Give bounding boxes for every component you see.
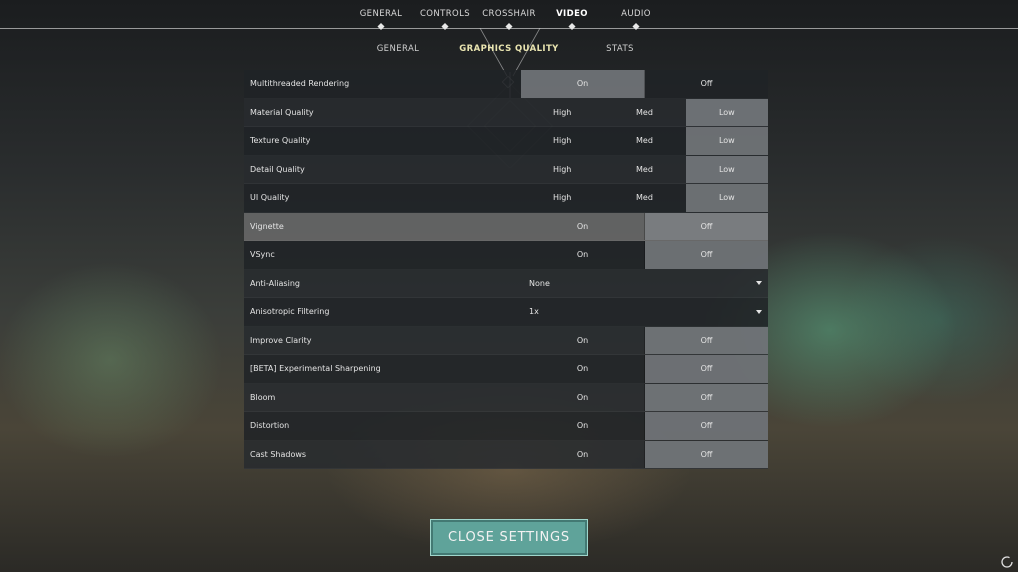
dropdown-value: None [529,278,550,288]
option-off-button[interactable]: Off [645,412,768,440]
caret-down-icon [756,309,762,314]
setting-row-bloom: Bloom On Off [244,383,768,412]
setting-row-texture-quality: Texture Quality High Med Low [244,127,768,156]
cast-shadows-options: On Off [521,440,768,468]
anisotropic-filtering-dropdown[interactable]: 1x [521,298,768,326]
material-quality-options: High Med Low [521,98,768,127]
setting-label: Anti-Aliasing [250,278,300,288]
option-high-button[interactable]: High [521,127,603,155]
setting-label: Texture Quality [250,136,311,146]
option-on-button[interactable]: On [521,355,645,383]
setting-row-anisotropic-filtering: Anisotropic Filtering 1x [244,298,768,327]
setting-label: VSync [250,250,275,260]
tab-general[interactable]: GENERAL [360,9,403,19]
bloom-options: On Off [521,383,768,411]
setting-row-detail-quality: Detail Quality High Med Low [244,155,768,184]
beta-experimental-sharpening-options: On Off [521,355,768,383]
tab-video[interactable]: VIDEO [556,9,588,19]
option-high-button[interactable]: High [521,156,603,184]
option-low-button[interactable]: Low [685,184,768,212]
tab-indicator-dot [632,22,640,31]
tab-indicator-dot [441,22,449,31]
option-on-button[interactable]: On [521,241,645,269]
detail-quality-options: High Med Low [521,155,768,184]
option-on-button[interactable]: On [521,70,645,98]
setting-label: Detail Quality [250,164,305,174]
setting-row-material-quality: Material Quality High Med Low [244,98,768,127]
tab-audio[interactable]: AUDIO [621,9,651,19]
setting-row-improve-clarity: Improve Clarity On Off [244,326,768,355]
setting-label: Vignette [250,221,284,231]
setting-row-anti-aliasing: Anti-Aliasing None [244,269,768,298]
vsync-options: On Off [521,241,768,269]
loading-ring-icon [1001,556,1013,568]
setting-label: Distortion [250,421,290,431]
anti-aliasing-dropdown[interactable]: None [521,270,768,298]
option-on-button[interactable]: On [521,412,645,440]
subtab-stats[interactable]: STATS [606,44,634,54]
subtab-general[interactable]: GENERAL [377,44,420,54]
setting-row-vignette: Vignette On Off [244,212,768,241]
setting-row-multithreaded-rendering: Multithreaded Rendering On Off [244,70,768,99]
option-off-button[interactable]: Off [645,440,768,468]
tab-indicator-dot [568,22,576,31]
setting-label: [BETA] Experimental Sharpening [250,364,381,374]
option-med-button[interactable]: Med [603,156,685,184]
option-off-button[interactable]: Off [645,326,768,354]
improve-clarity-options: On Off [521,326,768,354]
texture-quality-options: High Med Low [521,127,768,155]
setting-row-distortion: Distortion On Off [244,412,768,441]
setting-row-vsync: VSync On Off [244,241,768,270]
option-on-button[interactable]: On [521,383,645,411]
setting-label: Multithreaded Rendering [250,79,350,89]
option-on-button[interactable]: On [521,440,645,468]
setting-label: Anisotropic Filtering [250,307,330,317]
option-high-button[interactable]: High [521,99,603,127]
option-med-button[interactable]: Med [603,99,685,127]
dropdown-value: 1x [529,307,539,317]
setting-label: Improve Clarity [250,335,312,345]
tab-crosshair[interactable]: CROSSHAIR [482,9,536,19]
tab-indicator-dot [505,22,513,31]
caret-down-icon [756,281,762,286]
multithreaded-rendering-options: On Off [521,70,768,98]
setting-row-cast-shadows: Cast Shadows On Off [244,440,768,469]
setting-label: UI Quality [250,193,290,203]
option-med-button[interactable]: Med [603,184,685,212]
option-off-button[interactable]: Off [645,355,768,383]
close-settings-button[interactable]: CLOSE SETTINGS [430,519,588,556]
option-high-button[interactable]: High [521,184,603,212]
subtab-graphics-quality[interactable]: GRAPHICS QUALITY [459,44,558,54]
option-off-button[interactable]: Off [645,212,768,240]
option-on-button[interactable]: On [521,212,645,240]
distortion-options: On Off [521,412,768,440]
option-low-button[interactable]: Low [685,98,768,126]
vignette-options: On Off [521,212,768,240]
option-on-button[interactable]: On [521,326,645,354]
setting-label: Material Quality [250,107,314,117]
option-off-button[interactable]: Off [645,241,768,269]
option-off-button[interactable]: Off [645,383,768,411]
tab-controls[interactable]: CONTROLS [420,9,470,19]
tab-indicator-dot [377,22,385,31]
option-low-button[interactable]: Low [685,155,768,183]
setting-label: Cast Shadows [250,449,307,459]
setting-row-ui-quality: UI Quality High Med Low [244,184,768,213]
option-low-button[interactable]: Low [685,127,768,155]
setting-row-beta-experimental-sharpening: [BETA] Experimental Sharpening On Off [244,355,768,384]
setting-label: Bloom [250,392,276,402]
settings-list: Multithreaded Rendering On Off Material Qua… [244,70,768,469]
option-med-button[interactable]: Med [603,127,685,155]
top-nav: GENERAL CONTROLS CROSSHAIR VIDEO AUDIO [0,0,1018,31]
ui-quality-options: High Med Low [521,184,768,212]
option-off-button[interactable]: Off [645,70,768,98]
